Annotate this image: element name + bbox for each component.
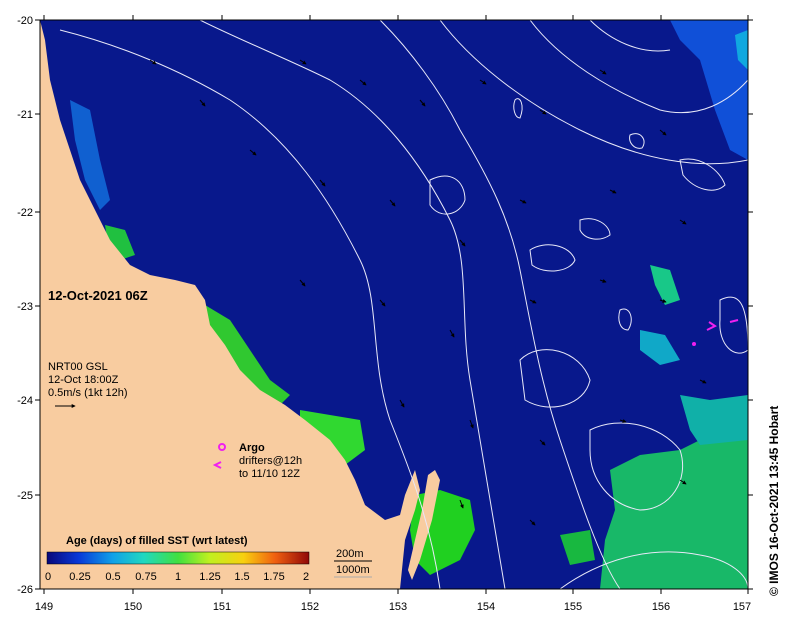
y-tick-label: -21 bbox=[17, 109, 33, 121]
sst-map-figure: 149 150 151 152 153 154 155 156 157 -20 … bbox=[17, 15, 781, 613]
x-tick-label: 153 bbox=[389, 601, 407, 613]
colorbar-label: 0.5 bbox=[105, 571, 120, 583]
map-plot-area bbox=[40, 20, 748, 589]
y-tick-label: -26 bbox=[17, 584, 33, 596]
colorbar-label: 0.25 bbox=[69, 571, 90, 583]
depth-200-label: 200m bbox=[336, 548, 364, 560]
credit-label: © IMOS 16-Oct-2021 13:45 Hobart bbox=[767, 406, 781, 596]
colorbar-label: 2 bbox=[303, 571, 309, 583]
colorbar-label: 1.25 bbox=[199, 571, 220, 583]
y-tick-label: -22 bbox=[17, 207, 33, 219]
colorbar-label: 1.75 bbox=[263, 571, 284, 583]
colorbar-label: 0 bbox=[45, 571, 51, 583]
x-tick-label: 149 bbox=[35, 601, 53, 613]
current-model-label: NRT00 GSL bbox=[48, 361, 108, 373]
current-time-label: 12-Oct 18:00Z bbox=[48, 374, 119, 386]
argo-drifters-label: drifters@12h bbox=[239, 455, 302, 467]
x-tick-label: 151 bbox=[213, 601, 231, 613]
y-tick-label: -23 bbox=[17, 301, 33, 313]
colorbar-label: 1 bbox=[175, 571, 181, 583]
x-tick-label: 157 bbox=[733, 601, 751, 613]
y-tick-label: -24 bbox=[17, 395, 33, 407]
y-tick-label: -20 bbox=[17, 15, 33, 27]
argo-title: Argo bbox=[239, 442, 265, 454]
colorbar-label: 0.75 bbox=[135, 571, 156, 583]
colorbar-gradient bbox=[46, 551, 310, 565]
x-tick-label: 152 bbox=[301, 601, 319, 613]
x-tick-label: 156 bbox=[652, 601, 670, 613]
x-axis-labels: 149 150 151 152 153 154 155 156 157 bbox=[35, 601, 751, 613]
depth-1000-label: 1000m bbox=[336, 564, 370, 576]
current-scale-label: 0.5m/s (1kt 12h) bbox=[48, 387, 127, 399]
x-tick-label: 154 bbox=[477, 601, 495, 613]
colorbar-title: Age (days) of filled SST (wrt latest) bbox=[66, 535, 248, 547]
colorbar-label: 1.5 bbox=[234, 571, 249, 583]
y-tick-label: -25 bbox=[17, 490, 33, 502]
map-date-label: 12-Oct-2021 06Z bbox=[48, 288, 148, 303]
argo-date-label: to 11/10 12Z bbox=[239, 468, 300, 480]
y-axis-labels: -20 -21 -22 -23 -24 -25 -26 bbox=[17, 15, 33, 596]
x-tick-label: 155 bbox=[564, 601, 582, 613]
x-tick-label: 150 bbox=[124, 601, 142, 613]
